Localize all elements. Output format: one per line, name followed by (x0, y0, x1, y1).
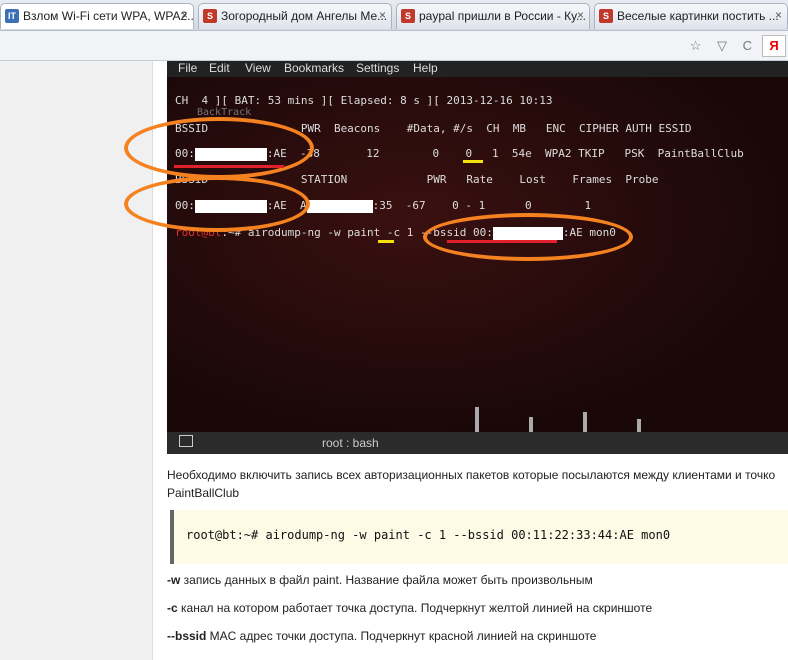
tab-country-house[interactable]: S Зогородный дом Ангелы Ме... × (198, 3, 392, 29)
address-toolbar: ☆ ▽ C Я (0, 31, 788, 61)
option-w: -w запись данных в файл paint. Название … (167, 573, 593, 587)
highlight-oval (124, 176, 310, 232)
status-line: CH 4 ][ BAT: 53 mins ][ Elapsed: 8 s ][ … (175, 94, 553, 107)
terminal-icon[interactable] (179, 435, 193, 447)
red-underline (174, 165, 284, 168)
decor-bar (529, 417, 533, 432)
station-values: :35 -67 0 - 1 0 1 (372, 199, 592, 212)
option-bssid: --bssid MAC адрес точки доступа. Подчерк… (167, 629, 596, 643)
decor-bar (637, 419, 641, 432)
highlight-oval (124, 117, 314, 179)
site-favicon-icon: S (599, 9, 613, 23)
yellow-underline (378, 240, 394, 243)
terminal-menubar: File Edit View Bookmarks Settings Help (167, 61, 788, 77)
paragraph-line: PaintBallClub (167, 486, 240, 500)
option-desc: канал на котором работает точка доступа.… (177, 601, 653, 615)
menu-view[interactable]: View (245, 61, 271, 75)
tab-funny-pictures[interactable]: S Веселые картинки постить ... × (594, 3, 788, 29)
site-favicon-icon: S (401, 9, 415, 23)
flag-w: -w (167, 573, 181, 587)
site-favicon-icon: S (203, 9, 217, 23)
redacted-mac (306, 199, 373, 213)
menu-edit[interactable]: Edit (209, 61, 230, 75)
close-icon[interactable]: × (775, 8, 782, 22)
paragraph-line: Необходимо включить запись всех авториза… (167, 468, 776, 482)
tab-label: Веселые картинки постить ... (617, 9, 779, 23)
decor-bar (583, 412, 587, 432)
red-underline (447, 240, 557, 243)
tab-paypal[interactable]: S paypal пришли в России - Ку... × (396, 3, 590, 29)
highlight-oval (423, 213, 633, 261)
option-c: -c канал на котором работает точка досту… (167, 601, 652, 615)
menu-settings[interactable]: Settings (356, 61, 399, 75)
tab-label: paypal пришли в России - Ку... (419, 9, 586, 23)
option-desc: MAC адрес точки доступа. Подчеркнут крас… (206, 629, 597, 643)
menu-help[interactable]: Help (413, 61, 438, 75)
menu-file[interactable]: File (178, 61, 197, 75)
code-block: root@bt:~# airodump-ng -w paint -c 1 --b… (170, 510, 788, 564)
close-icon[interactable]: × (379, 8, 386, 22)
flag-c: -c (167, 601, 178, 615)
bookmark-star-icon[interactable]: ☆ ▽ C (690, 38, 758, 54)
tab-label: Зогородный дом Ангелы Ме... (221, 9, 388, 23)
flag-bssid: --bssid (167, 629, 207, 643)
yellow-underline (463, 160, 483, 163)
ap-row-values: :AE -38 12 0 0 1 54e WPA2 TKIP PSK Paint… (266, 147, 744, 160)
tab-label: Взлом Wi-Fi сети WPA, WPA2... (23, 9, 194, 23)
tab-bar: IT Взлом Wi-Fi сети WPA, WPA2... × S Зог… (0, 0, 788, 31)
close-icon[interactable]: × (181, 8, 188, 22)
decor-bar (475, 407, 479, 432)
it-favicon-icon: IT (5, 9, 19, 23)
tab-wifi-article[interactable]: IT Взлом Wi-Fi сети WPA, WPA2... × (0, 3, 194, 29)
code-text: root@bt:~# airodump-ng -w paint -c 1 --b… (186, 528, 671, 542)
option-desc: запись данных в файл paint. Название фай… (180, 573, 593, 587)
yandex-icon[interactable]: Я (762, 35, 786, 57)
terminal-tab-title[interactable]: root : bash (322, 436, 379, 450)
close-icon[interactable]: × (577, 8, 584, 22)
terminal-statusbar: root : bash (167, 432, 788, 454)
menu-bookmarks[interactable]: Bookmarks (284, 61, 344, 75)
